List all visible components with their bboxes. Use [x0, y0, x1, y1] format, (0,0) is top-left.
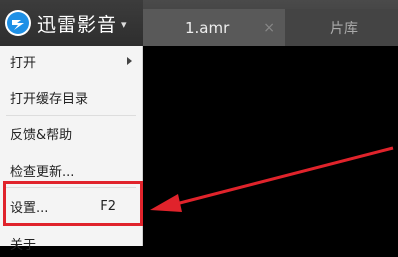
annotation-arrow	[150, 146, 394, 212]
annotation-arrowhead-icon	[150, 194, 182, 212]
